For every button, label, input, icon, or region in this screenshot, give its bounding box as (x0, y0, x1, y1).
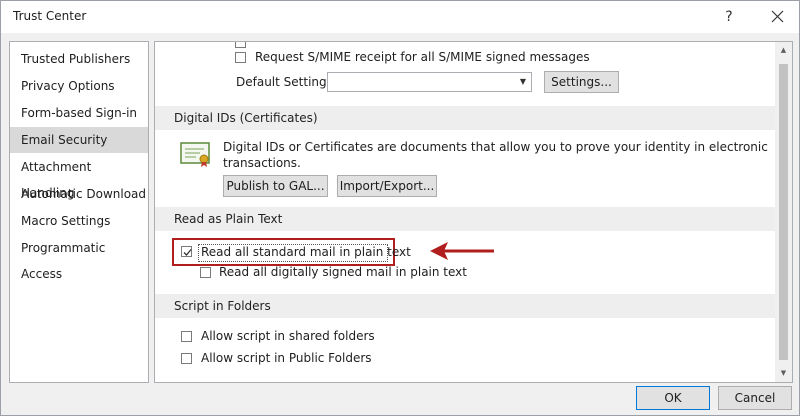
script-folders-header: Script in Folders (155, 294, 775, 318)
read-plain-text-label: Read all standard mail in plain text (201, 245, 411, 259)
trust-center-dialog: Trust Center ? Trusted Publishers Privac… (0, 0, 800, 416)
nav-item-trusted-publishers[interactable]: Trusted Publishers (10, 46, 148, 72)
plain-text-header: Read as Plain Text (155, 207, 775, 231)
scroll-down-icon[interactable]: ▼ (775, 365, 792, 382)
settings-button[interactable]: Settings... (544, 71, 619, 93)
digital-ids-description-line2: transactions. (223, 156, 301, 170)
title-bar: Trust Center ? (1, 1, 799, 33)
help-button[interactable]: ? (715, 5, 743, 29)
scrollbar-thumb[interactable] (779, 64, 788, 360)
dialog-title: Trust Center (13, 9, 87, 23)
allow-script-public-label: Allow script in Public Folders (201, 351, 372, 365)
default-setting-label: Default Setting: (236, 75, 331, 89)
nav-item-programmatic-access[interactable]: Programmatic Access (10, 235, 148, 281)
read-signed-plain-text-checkbox[interactable] (200, 267, 211, 278)
scroll-up-icon[interactable]: ▲ (775, 42, 792, 59)
digital-ids-header: Digital IDs (Certificates) (155, 106, 775, 130)
nav-item-attachment-handling[interactable]: Attachment Handling (10, 154, 148, 200)
checkmark-icon (183, 249, 192, 256)
digital-ids-description-line1: Digital IDs or Certificates are document… (223, 140, 768, 154)
nav-item-form-based-sign-in[interactable]: Form-based Sign-in (10, 100, 148, 126)
nav-item-automatic-download[interactable]: Automatic Download (10, 181, 148, 207)
nav-item-email-security[interactable]: Email Security (10, 127, 148, 153)
read-signed-plain-text-label: Read all digitally signed mail in plain … (219, 265, 467, 279)
dialog-content: Trusted Publishers Privacy Options Form-… (1, 33, 799, 415)
smime-receipt-checkbox[interactable] (235, 52, 246, 63)
chevron-down-icon: ▼ (519, 77, 526, 86)
partial-checkbox[interactable] (235, 42, 246, 48)
allow-script-public-checkbox[interactable] (181, 353, 192, 364)
vertical-scrollbar[interactable]: ▲ ▼ (775, 42, 792, 382)
certificate-icon (180, 142, 210, 167)
import-export-button[interactable]: Import/Export... (337, 175, 437, 197)
nav-item-privacy-options[interactable]: Privacy Options (10, 73, 148, 99)
category-list: Trusted Publishers Privacy Options Form-… (9, 41, 149, 383)
settings-panel: Request S/MIME receipt for all S/MIME si… (154, 41, 793, 383)
nav-item-macro-settings[interactable]: Macro Settings (10, 208, 148, 234)
annotation-arrow-icon (430, 242, 494, 260)
smime-receipt-label: Request S/MIME receipt for all S/MIME si… (255, 50, 590, 64)
close-button[interactable] (763, 5, 791, 29)
publish-to-gal-button[interactable]: Publish to GAL... (223, 175, 328, 197)
cancel-button[interactable]: Cancel (718, 386, 792, 410)
allow-script-shared-label: Allow script in shared folders (201, 329, 375, 343)
default-setting-dropdown[interactable]: ▼ (327, 72, 532, 92)
allow-script-shared-checkbox[interactable] (181, 331, 192, 342)
ok-button[interactable]: OK (636, 386, 710, 410)
read-plain-text-checkbox[interactable] (181, 246, 192, 257)
close-icon (771, 10, 783, 23)
